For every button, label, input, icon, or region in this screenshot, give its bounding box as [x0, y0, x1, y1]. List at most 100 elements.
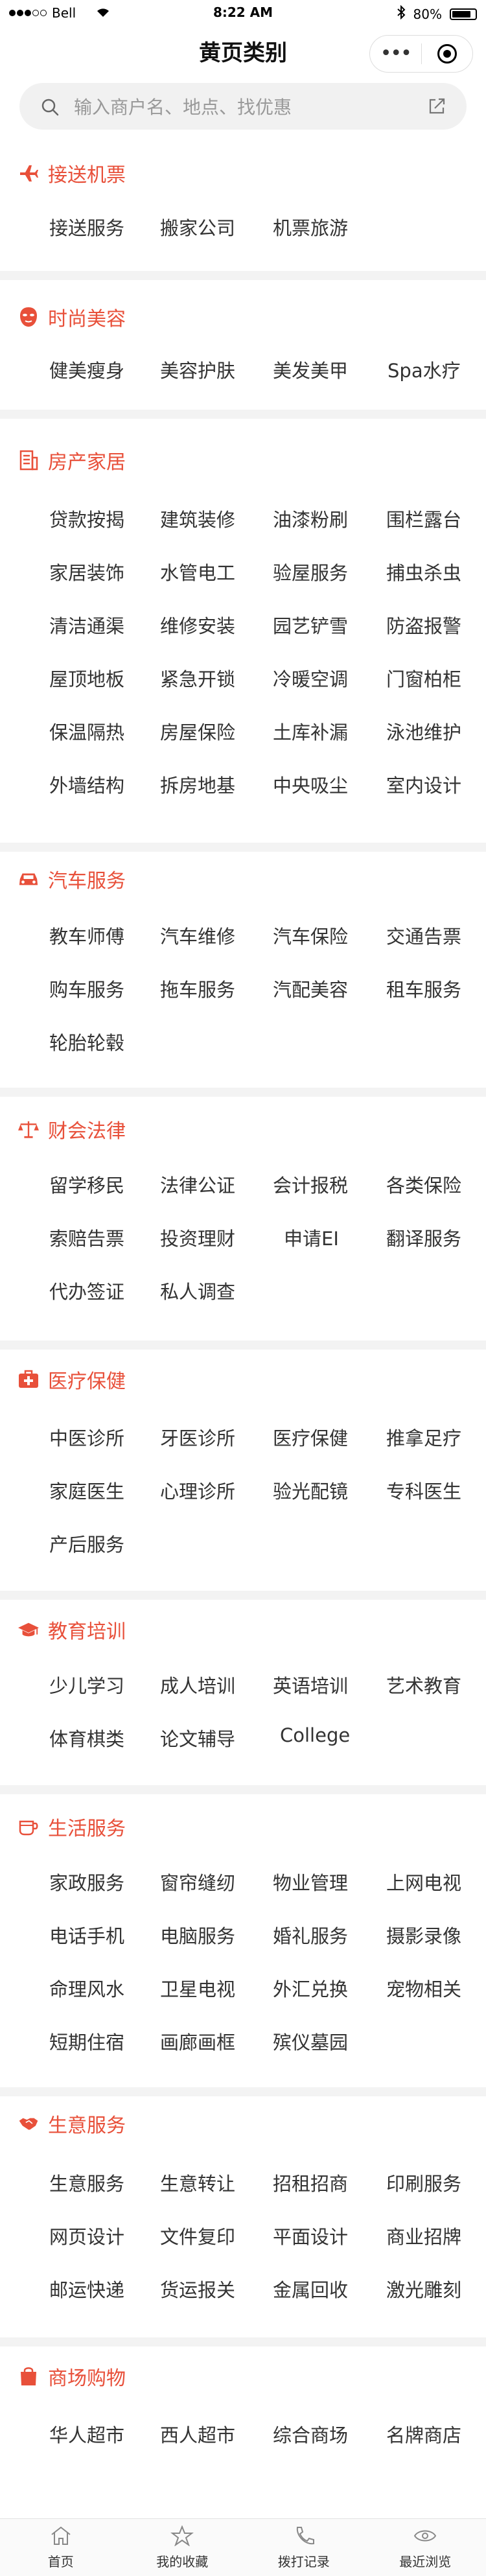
category-item[interactable]: 艺术教育 [386, 1671, 461, 1698]
category-item[interactable]: Spa水疗 [388, 356, 461, 383]
tab-call-history[interactable]: 拨打记录 [243, 2519, 365, 2576]
category-item[interactable]: 上网电视 [386, 1868, 461, 1895]
category-item[interactable]: 汽车保险 [273, 922, 348, 949]
category-item[interactable]: 水管电工 [160, 558, 235, 585]
category-item[interactable]: 机票旅游 [273, 213, 348, 240]
category-item[interactable]: 印刷服务 [386, 2169, 461, 2196]
category-item[interactable]: College [280, 1724, 350, 1746]
category-item[interactable]: 油漆粉刷 [273, 505, 348, 532]
category-item[interactable]: 英语培训 [273, 1671, 348, 1698]
category-item[interactable]: 邮运快递 [49, 2275, 124, 2302]
category-item[interactable]: 贷款按揭 [49, 505, 124, 532]
category-item[interactable]: 商业招牌 [386, 2222, 461, 2249]
category-item[interactable]: 门窗柏柜 [386, 664, 461, 692]
category-item[interactable]: 代办签证 [49, 1277, 124, 1304]
category-item[interactable]: 摄影录像 [386, 1921, 461, 1949]
category-item[interactable]: 教车师傅 [49, 922, 124, 949]
category-item[interactable]: 激光雕刻 [386, 2275, 461, 2302]
category-item[interactable]: 电话手机 [49, 1921, 124, 1949]
category-item[interactable]: 文件复印 [160, 2222, 235, 2249]
category-item[interactable]: 拖车服务 [160, 975, 235, 1002]
category-item[interactable]: 健美瘦身 [49, 356, 124, 383]
category-item[interactable]: 维修安装 [160, 611, 235, 638]
category-item[interactable]: 房屋保险 [160, 718, 235, 745]
category-item[interactable]: 清洁通渠 [49, 611, 124, 638]
category-item[interactable]: 物业管理 [273, 1868, 348, 1895]
category-item[interactable]: 室内设计 [386, 771, 461, 798]
category-item[interactable]: 验光配镜 [273, 1477, 348, 1504]
category-item[interactable]: 会计报税 [273, 1171, 348, 1198]
close-button[interactable] [422, 44, 473, 64]
category-item[interactable]: 留学移民 [49, 1171, 124, 1198]
category-item[interactable]: 殡仪墓园 [273, 2028, 348, 2055]
category-item[interactable]: 家庭医生 [49, 1477, 124, 1504]
category-item[interactable]: 拆房地基 [160, 771, 235, 798]
category-item[interactable]: 产后服务 [49, 1530, 124, 1557]
tab-home[interactable]: 首页 [0, 2519, 122, 2576]
category-item[interactable]: 中医诊所 [49, 1423, 124, 1451]
category-item[interactable]: 购车服务 [49, 975, 124, 1002]
category-item[interactable]: 家政服务 [49, 1868, 124, 1895]
category-item[interactable]: 外汇兑换 [273, 1974, 348, 2002]
category-item[interactable]: 婚礼服务 [273, 1921, 348, 1949]
category-item[interactable]: 泳池维护 [386, 718, 461, 745]
category-item[interactable]: 验屋服务 [273, 558, 348, 585]
category-item[interactable]: 少儿学习 [49, 1671, 124, 1698]
category-item[interactable]: 医疗保健 [273, 1423, 348, 1451]
category-item[interactable]: 牙医诊所 [160, 1423, 235, 1451]
category-item[interactable]: 生意转让 [160, 2169, 235, 2196]
category-item[interactable]: 园艺铲雪 [273, 611, 348, 638]
category-item[interactable]: 生意服务 [49, 2169, 124, 2196]
category-item[interactable]: 华人超市 [49, 2420, 124, 2448]
category-item[interactable]: 汽车维修 [160, 922, 235, 949]
category-item[interactable]: 私人调查 [160, 1277, 235, 1304]
category-item[interactable]: 短期住宿 [49, 2028, 124, 2055]
category-item[interactable]: 接送服务 [49, 213, 124, 240]
category-item[interactable]: 法律公证 [160, 1171, 235, 1198]
category-item[interactable]: 轮胎轮毂 [49, 1028, 124, 1055]
category-item[interactable]: 专科医生 [386, 1477, 461, 1504]
category-item[interactable]: 屋顶地板 [49, 664, 124, 692]
category-item[interactable]: 围栏露台 [386, 505, 461, 532]
category-item[interactable]: 画廊画框 [160, 2028, 235, 2055]
category-item[interactable]: 租车服务 [386, 975, 461, 1002]
category-item[interactable]: 名牌商店 [386, 2420, 461, 2448]
category-item[interactable]: 电脑服务 [160, 1921, 235, 1949]
category-item[interactable]: 窗帘缝纫 [160, 1868, 235, 1895]
category-item[interactable]: 宠物相关 [386, 1974, 461, 2002]
category-item[interactable]: 货运报关 [160, 2275, 235, 2302]
category-item[interactable]: 申请EI [284, 1224, 339, 1251]
category-item[interactable]: 命理风水 [49, 1974, 124, 2002]
category-item[interactable]: 推拿足疗 [386, 1423, 461, 1451]
category-item[interactable]: 土库补漏 [273, 718, 348, 745]
share-icon[interactable] [426, 96, 447, 119]
category-item[interactable]: 西人超市 [160, 2420, 235, 2448]
category-item[interactable]: 投资理财 [160, 1224, 235, 1251]
tab-favorites[interactable]: 我的收藏 [122, 2519, 244, 2576]
category-item[interactable]: 汽配美容 [273, 975, 348, 1002]
category-item[interactable]: 美容护肤 [160, 356, 235, 383]
category-item[interactable]: 招租招商 [273, 2169, 348, 2196]
category-item[interactable]: 心理诊所 [160, 1477, 235, 1504]
category-item[interactable]: 综合商场 [273, 2420, 348, 2448]
category-item[interactable]: 外墙结构 [49, 771, 124, 798]
category-item[interactable]: 索赔告票 [49, 1224, 124, 1251]
category-item[interactable]: 保温隔热 [49, 718, 124, 745]
category-item[interactable]: 平面设计 [273, 2222, 348, 2249]
category-item[interactable]: 家居装饰 [49, 558, 124, 585]
category-item[interactable]: 体育棋类 [49, 1724, 124, 1751]
category-item[interactable]: 卫星电视 [160, 1974, 235, 2002]
category-item[interactable]: 翻译服务 [386, 1224, 461, 1251]
category-item[interactable]: 金属回收 [273, 2275, 348, 2302]
category-item[interactable]: 紧急开锁 [160, 664, 235, 692]
category-item[interactable]: 中央吸尘 [273, 771, 348, 798]
category-item[interactable]: 建筑装修 [160, 505, 235, 532]
category-item[interactable]: 论文辅导 [160, 1724, 235, 1751]
category-item[interactable]: 防盗报警 [386, 611, 461, 638]
category-item[interactable]: 冷暖空调 [273, 664, 348, 692]
category-item[interactable]: 搬家公司 [160, 213, 235, 240]
tab-recent[interactable]: 最近浏览 [365, 2519, 486, 2576]
category-item[interactable]: 交通告票 [386, 922, 461, 949]
category-item[interactable]: 美发美甲 [273, 356, 348, 383]
more-button[interactable]: ••• [370, 47, 421, 60]
